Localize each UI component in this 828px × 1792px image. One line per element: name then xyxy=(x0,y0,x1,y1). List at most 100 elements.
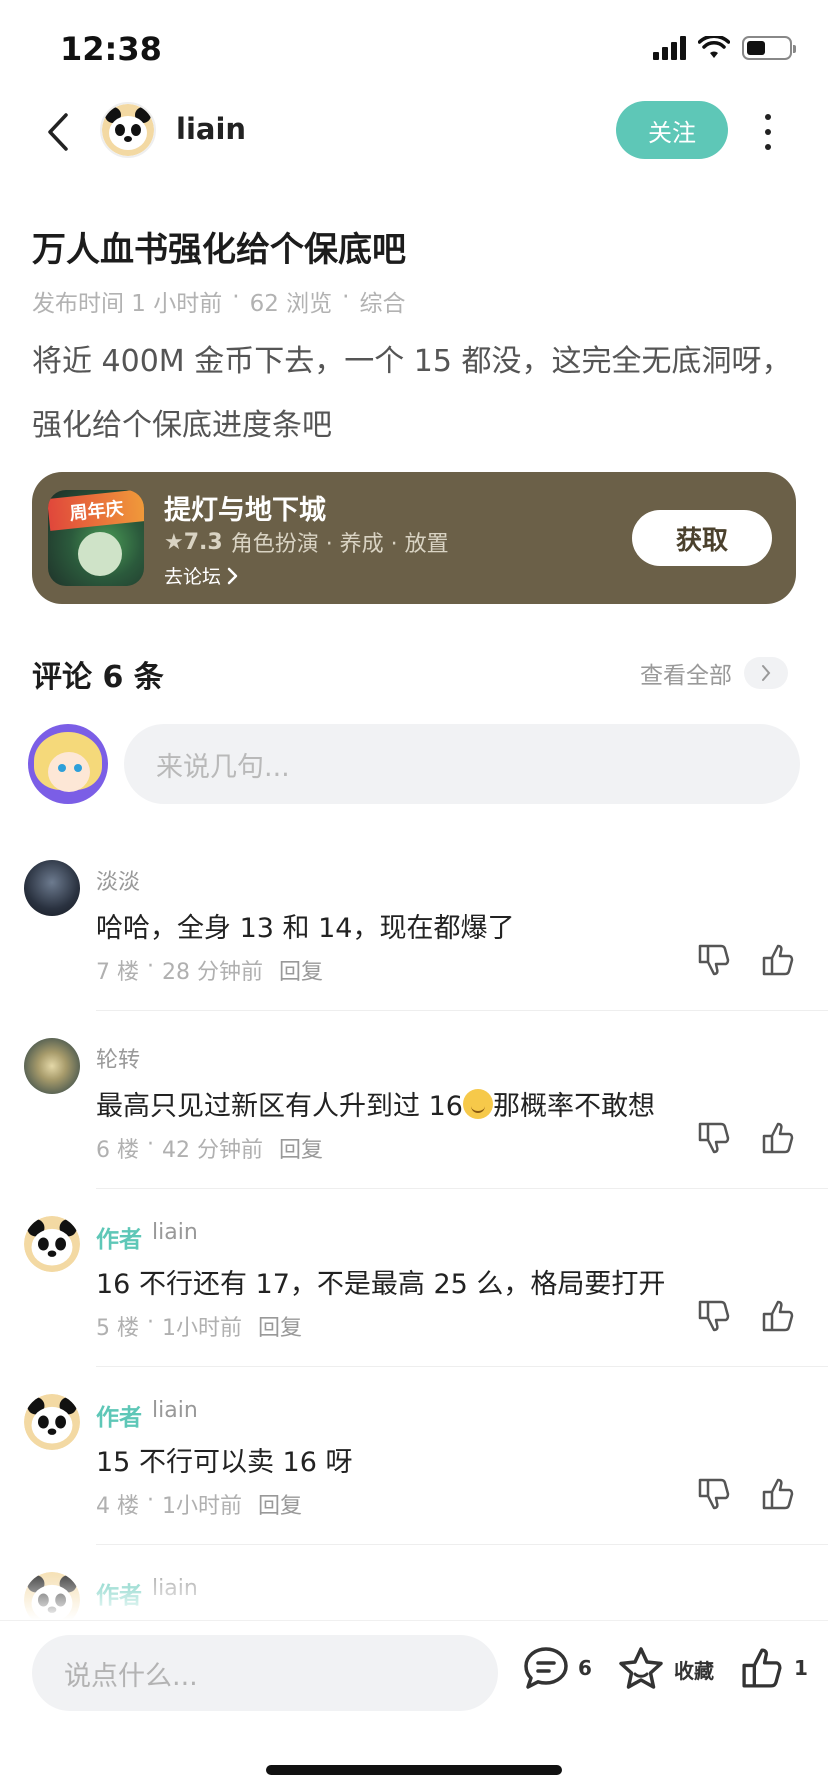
commenter-name[interactable]: 淡淡 xyxy=(96,864,140,896)
comments-title: 评论 6 条 xyxy=(32,660,164,695)
comment-input[interactable]: 来说几句... xyxy=(124,724,800,804)
meta-separator: · xyxy=(232,284,240,310)
post-view-count: 62 浏览 xyxy=(249,291,333,317)
comment-floor: 4 楼 xyxy=(96,1494,139,1519)
post-title: 万人血书强化给个保底吧 xyxy=(32,230,406,270)
wifi-icon xyxy=(698,36,730,58)
comment-floor: 5 楼 xyxy=(96,1316,139,1341)
comment-meta: 7 楼 · 28 分钟前 回复 xyxy=(96,954,324,986)
chevron-right-icon xyxy=(744,657,788,689)
commenter-name[interactable]: 轮转 xyxy=(96,1042,140,1074)
home-indicator[interactable] xyxy=(266,1765,562,1775)
game-icon: 周年庆 xyxy=(48,490,144,586)
thumbs-up-icon[interactable] xyxy=(760,1120,796,1156)
comment-text: 最高只见过新区有人升到过 16 那概率不敢想 xyxy=(96,1084,655,1123)
game-name: 提灯与地下城 xyxy=(164,495,326,526)
forum-link-label: 去论坛 xyxy=(164,566,222,588)
comment-time: 42 分钟前 xyxy=(162,1138,263,1163)
thumbs-up-icon xyxy=(742,1648,782,1688)
comment-time: 1小时前 xyxy=(162,1316,242,1341)
comment-count: 6 xyxy=(578,1656,592,1680)
comment-meta: 6 楼 · 42 分钟前 回复 xyxy=(96,1132,324,1164)
comment-floor: 7 楼 xyxy=(96,960,139,985)
bottom-comment-input[interactable]: 说点什么... xyxy=(32,1635,498,1711)
commenter-avatar[interactable] xyxy=(24,1038,80,1094)
commenter-name[interactable]: liain xyxy=(152,1220,198,1254)
post-body: 将近 400M 金币下去，一个 15 都没，这完全无底洞呀，强化给个保底进度条吧 xyxy=(32,344,792,443)
chevron-right-icon xyxy=(227,567,238,584)
author-avatar[interactable] xyxy=(100,102,156,158)
thumbs-up-icon[interactable] xyxy=(760,942,796,978)
thumbs-up-icon[interactable] xyxy=(760,1476,796,1512)
commenter-avatar[interactable] xyxy=(24,860,80,916)
panda-icon xyxy=(24,1394,80,1450)
comment-time: 1小时前 xyxy=(162,1494,242,1519)
star-icon xyxy=(619,1647,663,1689)
commenter-header: 淡淡 xyxy=(96,864,140,896)
commenter-header: 轮转 xyxy=(96,1042,140,1074)
chevron-left-icon xyxy=(48,113,68,151)
go-to-forum-link[interactable]: 去论坛 xyxy=(164,562,239,589)
favorite-label: 收藏 xyxy=(674,1658,714,1683)
comment-meta: 5 楼 · 1小时前 回复 xyxy=(96,1310,303,1342)
comment-actions xyxy=(696,942,796,978)
comment-actions xyxy=(696,1298,796,1334)
thumbs-down-icon[interactable] xyxy=(696,942,732,978)
status-bar: 12:38 xyxy=(0,0,828,100)
comments-button[interactable]: 6 xyxy=(522,1645,592,1691)
comment-text: 15 不行可以卖 16 呀 xyxy=(96,1447,353,1478)
game-icon-badge: 周年庆 xyxy=(48,490,144,531)
commenter-name[interactable]: liain xyxy=(152,1398,198,1432)
view-all-comments-button[interactable]: 查看全部 xyxy=(640,656,788,690)
bottom-fade xyxy=(0,1560,828,1620)
reply-button[interactable]: 回复 xyxy=(258,1488,302,1520)
game-tags-row: ★7.3 角色扮演 · 养成 · 放置 xyxy=(164,526,449,558)
comment-actions xyxy=(696,1120,796,1156)
like-count: 1 xyxy=(794,1656,808,1680)
thumbs-down-icon[interactable] xyxy=(696,1120,732,1156)
view-all-label: 查看全部 xyxy=(640,663,732,689)
thumbs-down-icon[interactable] xyxy=(696,1298,732,1334)
status-icons xyxy=(653,36,796,60)
commenter-header: 作者 liain xyxy=(96,1398,198,1432)
author-tag: 作者 xyxy=(96,1405,142,1431)
like-button[interactable]: 1 xyxy=(738,1645,808,1691)
author-name[interactable]: liain xyxy=(176,112,246,146)
reply-button[interactable]: 回复 xyxy=(279,1132,323,1164)
author-tag: 作者 xyxy=(96,1227,142,1253)
post-meta: 发布时间 1 小时前 · 62 浏览 · 综合 xyxy=(32,284,405,318)
follow-button[interactable]: 关注 xyxy=(616,101,728,159)
cellular-signal-icon xyxy=(653,36,686,60)
reply-button[interactable]: 回复 xyxy=(258,1310,302,1342)
divider xyxy=(96,1188,828,1189)
my-avatar xyxy=(28,724,108,804)
comment-meta: 4 楼 · 1小时前 回复 xyxy=(96,1488,303,1520)
reply-button[interactable]: 回复 xyxy=(279,954,323,986)
commenter-avatar[interactable] xyxy=(24,1394,80,1450)
get-game-button[interactable]: 获取 xyxy=(632,510,772,566)
comment-bubble-icon xyxy=(524,1647,568,1689)
bottom-action-bar: 说点什么... 6 收藏 1 xyxy=(0,1620,828,1792)
game-rating: ★7.3 xyxy=(164,529,223,555)
favorite-button[interactable]: 收藏 xyxy=(616,1645,714,1693)
smile-emoji-icon xyxy=(462,1089,493,1119)
panda-icon xyxy=(102,104,154,156)
comment-text: 哈哈，全身 13 和 14，现在都爆了 xyxy=(96,913,515,944)
thumbs-down-icon[interactable] xyxy=(696,1476,732,1512)
status-time: 12:38 xyxy=(60,30,162,68)
thumbs-up-icon[interactable] xyxy=(760,1298,796,1334)
battery-icon xyxy=(742,36,796,60)
comment-floor: 6 楼 xyxy=(96,1138,139,1163)
post-published-time: 发布时间 1 小时前 xyxy=(32,291,223,317)
comment-text-part: 最高只见过新区有人升到过 16 xyxy=(96,1091,463,1122)
panda-icon xyxy=(24,1216,80,1272)
commenter-header: 作者 liain xyxy=(96,1220,198,1254)
back-button[interactable] xyxy=(40,110,76,154)
comment-actions xyxy=(696,1476,796,1512)
divider xyxy=(96,1010,828,1011)
comment-text: 16 不行还有 17，不是最高 25 么，格局要打开 xyxy=(96,1269,666,1300)
post-header: liain 关注 xyxy=(0,96,828,166)
game-card[interactable]: 周年庆 提灯与地下城 ★7.3 角色扮演 · 养成 · 放置 去论坛 获取 xyxy=(32,472,796,604)
more-options-button[interactable] xyxy=(756,110,780,154)
commenter-avatar[interactable] xyxy=(24,1216,80,1272)
